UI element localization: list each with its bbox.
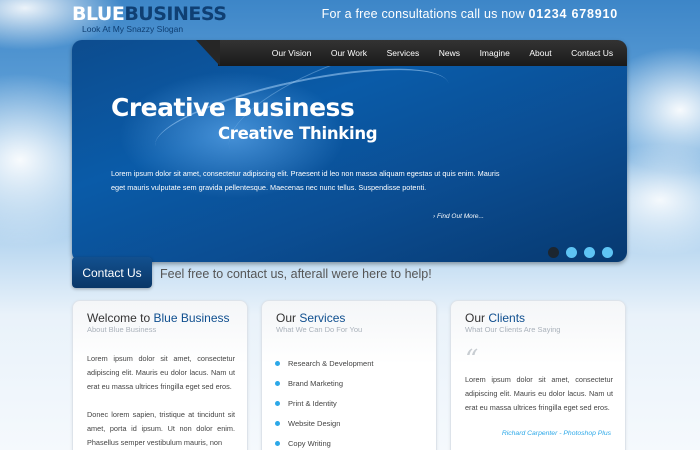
- welcome-title-highlight: Blue Business: [153, 311, 230, 325]
- logo[interactable]: BLUEBUSINESS Look At My Snazzy Slogan: [72, 3, 227, 34]
- nav-item-services[interactable]: Services: [387, 48, 420, 58]
- services-title-plain: Our: [276, 311, 297, 325]
- clients-title-highlight: Clients: [488, 311, 526, 325]
- logo-blue-text: BLUE: [72, 3, 125, 25]
- service-label: Website Design: [288, 418, 341, 428]
- welcome-title: Welcome to Blue Business: [87, 311, 230, 325]
- welcome-title-plain: Welcome to: [87, 311, 151, 325]
- welcome-paragraph-2: Donec lorem sapien, tristique at tincidu…: [87, 410, 235, 447]
- bullet-icon: [275, 440, 280, 446]
- service-label: Research & Development: [288, 358, 374, 368]
- clients-title: Our Clients: [465, 311, 525, 325]
- welcome-paragraph-1: Lorem ipsum dolor sit amet, consectetur …: [87, 354, 235, 391]
- services-list: Research & Development Brand Marketing P…: [275, 353, 373, 450]
- services-title-highlight: Services: [299, 311, 346, 325]
- nav-item-imagine[interactable]: Imagine: [480, 48, 510, 58]
- hero-banner: [72, 40, 627, 262]
- clients-subtitle: What Our Clients Are Saying: [465, 325, 561, 334]
- bullet-icon: [275, 380, 280, 386]
- bullet-icon: [275, 360, 280, 366]
- list-item[interactable]: Copy Writing: [275, 433, 373, 450]
- slider-dot[interactable]: [548, 247, 559, 258]
- contact-tagline: Feel free to contact us, afterall were h…: [160, 267, 432, 281]
- services-title: Our Services: [276, 311, 345, 325]
- services-box: Our Services What We Can Do For You Rese…: [261, 300, 437, 450]
- slider-dot[interactable]: [602, 247, 613, 258]
- slider-dot[interactable]: [566, 247, 577, 258]
- service-label: Copy Writing: [288, 438, 331, 448]
- nav-item-our-work[interactable]: Our Work: [331, 48, 367, 58]
- contact-us-button[interactable]: Contact Us: [72, 257, 152, 288]
- find-out-more-link[interactable]: › Find Out More...: [433, 213, 484, 220]
- logo-business-text: BUSINESS: [124, 3, 227, 25]
- find-out-more-label: Find Out More...: [436, 213, 484, 220]
- welcome-box: Welcome to Blue Business About Blue Busi…: [72, 300, 248, 450]
- bullet-icon: [275, 420, 280, 426]
- slider-dots: [548, 247, 613, 258]
- phone-text: For a free consultations call us now: [321, 7, 525, 21]
- nav-item-news[interactable]: News: [439, 48, 460, 58]
- banner-text: Lorem ipsum dolor sit amet, consectetur …: [111, 169, 500, 192]
- welcome-subtitle: About Blue Business: [87, 325, 157, 334]
- service-label: Print & Identity: [288, 398, 337, 408]
- services-subtitle: What We Can Do For You: [276, 325, 363, 334]
- main-nav: Our Vision Our Work Services News Imagin…: [196, 40, 627, 66]
- banner-heading: Creative Business: [111, 93, 355, 122]
- nav-item-contact-us[interactable]: Contact Us: [571, 48, 613, 58]
- logo-slogan: Look At My Snazzy Slogan: [82, 24, 184, 34]
- phone-number: 01234 678910: [528, 7, 618, 21]
- service-label: Brand Marketing: [288, 378, 344, 388]
- bullet-icon: [275, 400, 280, 406]
- quote-icon: “: [465, 345, 479, 375]
- list-item[interactable]: Research & Development: [275, 353, 373, 373]
- slider-dot[interactable]: [584, 247, 595, 258]
- clients-title-plain: Our: [465, 311, 486, 325]
- list-item[interactable]: Print & Identity: [275, 393, 373, 413]
- clients-box: Our Clients What Our Clients Are Saying …: [450, 300, 626, 450]
- phone-callout: For a free consultations call us now 012…: [322, 7, 618, 21]
- list-item[interactable]: Brand Marketing: [275, 373, 373, 393]
- nav-item-about[interactable]: About: [529, 48, 551, 58]
- banner-subheading: Creative Thinking: [218, 124, 378, 143]
- logo-title: BLUEBUSINESS: [72, 3, 227, 25]
- nav-item-our-vision[interactable]: Our Vision: [272, 48, 312, 58]
- client-quote: Lorem ipsum dolor sit amet, consectetur …: [465, 375, 613, 412]
- list-item[interactable]: Website Design: [275, 413, 373, 433]
- client-quote-author: Richard Carpenter - Photoshop Plus: [501, 430, 611, 437]
